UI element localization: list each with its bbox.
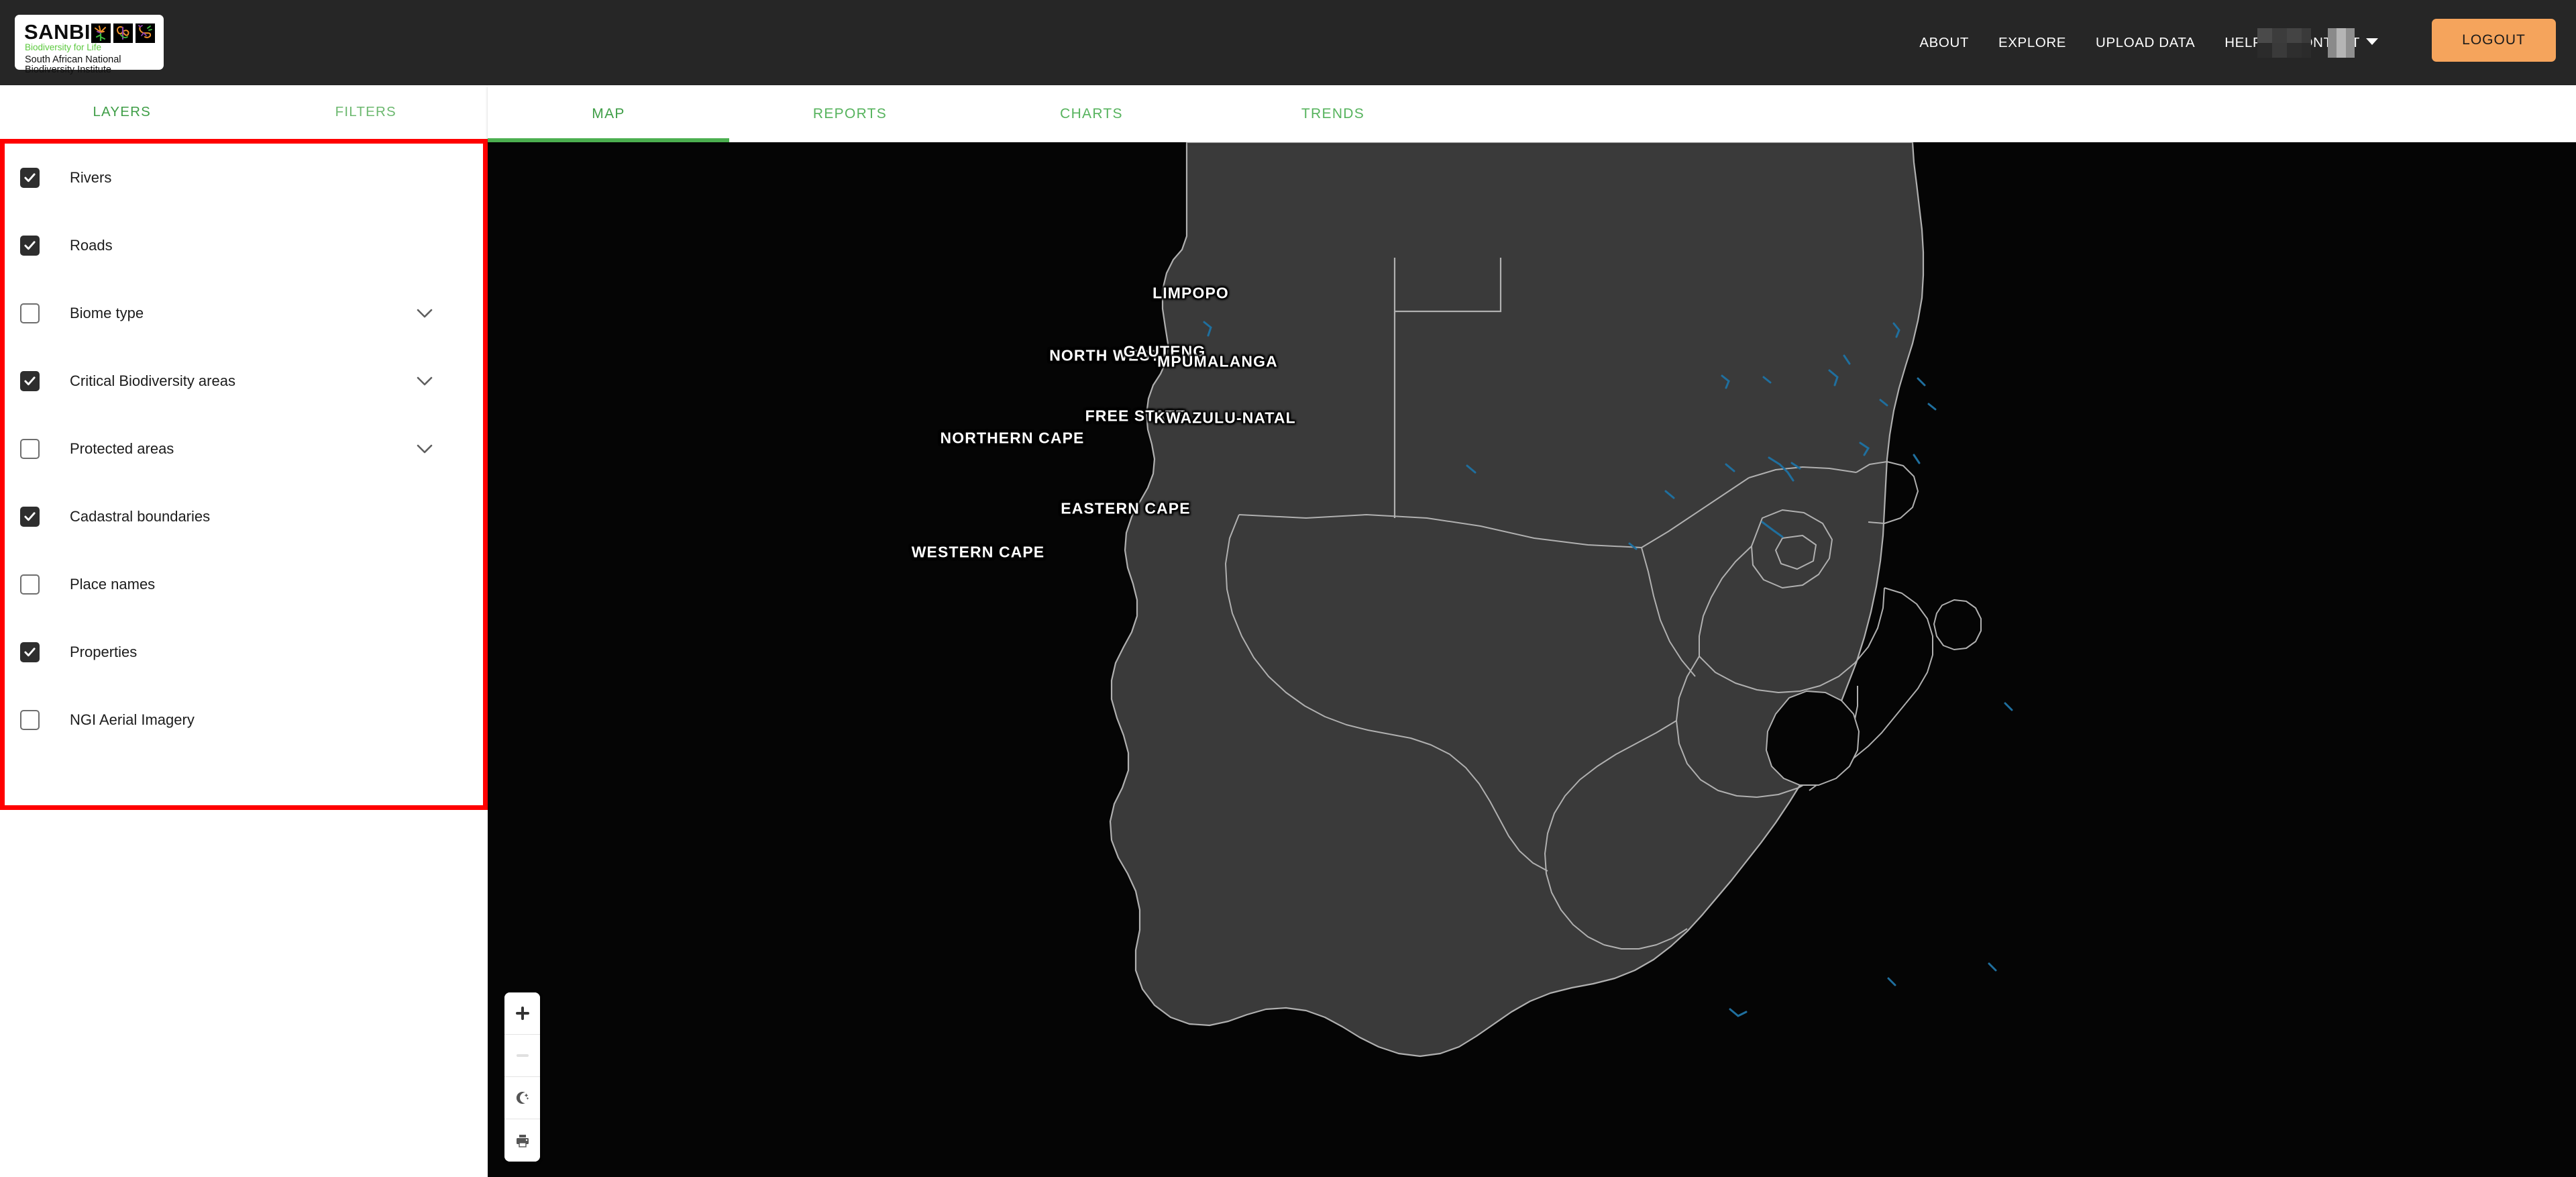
checkbox-rivers[interactable]: [20, 167, 40, 188]
checkbox-place-names[interactable]: [20, 574, 40, 595]
tab-trends[interactable]: TRENDS: [1212, 85, 1454, 142]
checkbox-protected-areas[interactable]: [20, 438, 40, 459]
layer-label: Critical Biodiversity areas: [70, 372, 235, 389]
layer-label: Biome type: [70, 304, 144, 321]
south-africa-map-svg: [488, 142, 2576, 1177]
nav-upload-data[interactable]: UPLOAD DATA: [2081, 35, 2210, 51]
layer-item-ngi-aerial-imagery[interactable]: NGI Aerial Imagery: [5, 686, 483, 754]
layer-label: Roads: [70, 236, 113, 254]
strelitzia-flower-icon: [91, 23, 111, 43]
layer-label: Cadastral boundaries: [70, 507, 211, 525]
sidebar-tab-bar: LAYERS FILTERS: [0, 85, 488, 139]
main-tab-bar: MAP REPORTS CHARTS TRENDS: [488, 85, 2576, 142]
top-header: SANBI Biodiversity for Life South Africa…: [0, 0, 2576, 85]
tab-charts[interactable]: CHARTS: [971, 85, 1212, 142]
checkbox-roads[interactable]: [20, 235, 40, 256]
chevron-down-icon[interactable]: [417, 309, 433, 318]
map-canvas[interactable]: LIMPOPO NORTH WEST GAUTENG MPUMALANGA FR…: [488, 142, 2576, 1177]
minus-icon: [516, 1054, 529, 1057]
checkbox-biome-type[interactable]: [20, 303, 40, 323]
layer-item-critical-biodiversity-areas[interactable]: Critical Biodiversity areas: [5, 347, 483, 415]
logout-button[interactable]: LOGOUT: [2432, 19, 2556, 62]
map-controls: [504, 992, 540, 1162]
zoom-in-button[interactable]: [504, 992, 540, 1035]
chevron-down-icon[interactable]: [417, 376, 433, 386]
left-sidebar: LAYERS FILTERS Rivers Roads Biome type C…: [0, 85, 488, 1177]
moon-icon: [516, 1092, 529, 1104]
layer-item-roads[interactable]: Roads: [5, 211, 483, 279]
layer-item-place-names[interactable]: Place names: [5, 550, 483, 618]
logo-tile-group: [91, 23, 155, 43]
logo-tagline: Biodiversity for Life: [25, 42, 102, 52]
layer-item-properties[interactable]: Properties: [5, 618, 483, 686]
checkbox-properties[interactable]: [20, 642, 40, 662]
map-pane: MAP REPORTS CHARTS TRENDS LIMPOPO NORTH …: [488, 85, 2576, 1177]
night-mode-button[interactable]: [504, 1077, 540, 1119]
checkbox-critical-biodiversity-areas[interactable]: [20, 370, 40, 391]
layer-label: Place names: [70, 575, 156, 593]
layer-label: Protected areas: [70, 440, 174, 457]
gecko-icon: [136, 23, 155, 43]
layers-panel-highlight: Rivers Roads Biome type Critical Biodive…: [0, 139, 488, 810]
nav-about[interactable]: ABOUT: [1904, 35, 1984, 51]
layer-item-cadastral-boundaries[interactable]: Cadastral boundaries: [5, 482, 483, 550]
layer-label: Rivers: [70, 168, 112, 186]
checkbox-cadastral-boundaries[interactable]: [20, 506, 40, 527]
layer-item-rivers[interactable]: Rivers: [5, 144, 483, 211]
tab-filters[interactable]: FILTERS: [244, 85, 488, 139]
layer-label: Properties: [70, 643, 138, 660]
printer-icon: [516, 1134, 529, 1147]
layer-label: NGI Aerial Imagery: [70, 711, 195, 728]
logo-brand-text: SANBI: [24, 20, 91, 44]
zoom-out-button[interactable]: [504, 1035, 540, 1077]
logo-full-name: South African National Biodiversity Inst…: [25, 54, 121, 75]
username-redacted-block: [2257, 28, 2311, 58]
layer-item-biome-type[interactable]: Biome type: [5, 279, 483, 347]
nav-explore[interactable]: EXPLORE: [1984, 35, 2081, 51]
print-button[interactable]: [504, 1119, 540, 1162]
sanbi-logo[interactable]: SANBI Biodiversity for Life South Africa…: [15, 15, 164, 74]
tab-reports[interactable]: REPORTS: [729, 85, 971, 142]
plus-icon: [515, 1007, 529, 1020]
chevron-down-icon[interactable]: [417, 444, 433, 454]
checkbox-ngi-aerial-imagery[interactable]: [20, 709, 40, 730]
tab-map[interactable]: MAP: [488, 85, 729, 142]
avatar-redacted-block: [2328, 28, 2355, 58]
layer-item-protected-areas[interactable]: Protected areas: [5, 415, 483, 482]
butterfly-icon: [113, 23, 133, 43]
chevron-down-icon[interactable]: [2366, 38, 2378, 45]
tab-layers[interactable]: LAYERS: [0, 85, 244, 139]
